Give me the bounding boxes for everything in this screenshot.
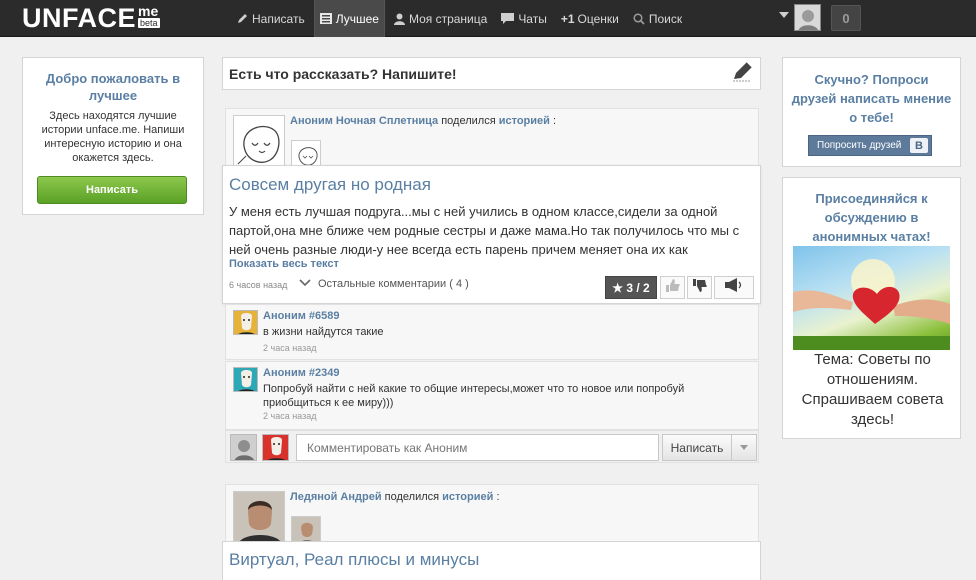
comment-author[interactable]: Аноним #6589 [263,310,340,322]
story-meta: Аноним Ночная Сплетница поделился истори… [290,115,556,127]
anon-avatar[interactable] [262,434,289,461]
nav-search[interactable]: Поиск [628,0,687,37]
logo-beta-badge: beta [138,18,160,28]
story-time: 6 часов назад [229,280,288,290]
vk-icon: В [910,138,928,153]
nav-best[interactable]: Лучшее [313,0,385,37]
story-type-link[interactable]: историей [499,115,550,127]
avatar-small[interactable] [291,140,321,168]
shared-text: поделился [441,115,496,127]
story-title[interactable]: Совсем другая но родная [229,175,431,195]
avatar-small[interactable] [291,516,321,544]
logo-text: UNFACE [22,3,137,33]
story-card: Совсем другая но родная У меня есть лучш… [222,165,761,304]
welcome-title: Добро пожаловать в лучшее [45,71,181,103]
user-icon [393,13,405,25]
list-icon [319,13,332,24]
welcome-panel: Добро пожаловать в лучшее Здесь находятс… [22,57,204,215]
colon: : [552,115,557,127]
user-avatar[interactable] [794,4,821,31]
story-text: У меня есть лучшая подруга...мы с ней уч… [229,204,740,257]
thumbs-down-icon [692,278,707,297]
comment-input[interactable] [296,434,659,461]
nav-write-label: Написать [252,11,305,26]
story-header: Аноним Ночная Сплетница поделился истори… [225,108,759,168]
ask-friends-label: Попросить друзей [817,140,902,151]
dislike-button[interactable] [687,276,712,299]
pencil-icon [237,13,248,24]
nav-chats-label: Чаты [518,11,547,26]
nav-my-page-label: Моя страница [408,11,488,26]
comment-time: 2 часа назад [263,343,317,353]
colon: : [496,491,500,503]
nav-best-label: Лучшее [335,11,379,26]
comment-item: Аноним #6589 в жизни найдутся такие 2 ча… [225,304,759,360]
main-nav: Написать Лучшее Моя страница Чаты +1 Оце… [232,0,691,37]
nav-ratings[interactable]: +1 Оценки [556,0,624,37]
ask-friends-title: Скучно? Попроси друзей написать мнение о… [791,72,952,125]
share-button[interactable] [714,276,754,299]
nav-chats[interactable]: Чаты [496,0,552,37]
welcome-text: Здесь находятся лучшие истории unface.me… [41,110,185,164]
avatar [230,434,257,461]
megaphone-icon [723,278,745,297]
chat-topic-image[interactable] [793,246,950,350]
notifications-counter[interactable]: 0 [831,5,861,31]
pencil-icon [730,61,754,86]
comment-item: Аноним #2349 Попробуй найти с ней какие … [225,361,759,430]
nav-search-label: Поиск [648,11,683,26]
comment-time: 2 часа назад [263,411,317,421]
avatar[interactable] [233,367,258,392]
compose-prompt: Есть что рассказать? Напишите! [229,65,457,82]
more-comments-toggle[interactable]: Остальные комментарии ( 4 ) [299,278,469,290]
shared-text: поделился [384,491,440,503]
comment-form: Написать [225,430,759,463]
write-button[interactable]: Написать [37,176,187,204]
thumbs-up-icon [665,278,680,297]
story-author-link[interactable]: Ледяной Андрей [290,491,382,503]
chevron-down-icon [299,278,311,290]
rating-badge: ★ 3 / 2 [605,276,657,299]
search-icon [633,12,645,25]
comment-text: в жизни найдутся такие [263,326,384,338]
chevron-down-icon[interactable] [732,434,757,461]
compose-box[interactable]: Есть что рассказать? Напишите! [222,57,761,90]
ask-friends-button[interactable]: Попросить друзей В [808,135,932,156]
comment-author[interactable]: Аноним #2349 [263,367,340,379]
story-type-link[interactable]: историей [442,491,493,503]
chat-topic-text: Тема: Советы по отношениям. Спрашиваем с… [801,351,944,428]
chat-icon [501,13,515,24]
plus-one-label: +1 [560,11,575,26]
ask-friends-panel: Скучно? Попроси друзей написать мнение о… [782,57,961,167]
story-meta: Ледяной Андрей поделился историей : [290,491,500,503]
avatar[interactable] [233,491,285,543]
comment-text: Попробуй найти с ней какие то общие инте… [263,383,685,409]
anon-chats-panel: Присоединяйся к обсуждению в анонимных ч… [782,177,961,439]
anon-chats-title[interactable]: Присоединяйся к обсуждению в анонимных ч… [787,189,956,246]
more-comments-label: Остальные комментарии ( 4 ) [318,278,469,290]
story-author-link[interactable]: Аноним Ночная Сплетница [290,115,438,127]
story-header: Ледяной Андрей поделился историей : [225,484,759,544]
nav-ratings-label: Оценки [577,11,619,26]
show-full-text-link[interactable]: Показать весь текст [229,258,339,270]
avatar[interactable] [233,115,285,167]
submit-comment-button[interactable]: Написать [662,434,732,461]
chevron-down-icon[interactable] [779,12,789,18]
top-navbar: UNFACE me beta Написать Лучшее Моя стран… [0,0,976,37]
nav-write[interactable]: Написать [232,0,310,37]
story-title[interactable]: Виртуал, Реал плюсы и минусы [229,550,479,570]
story-card: Виртуал, Реал плюсы и минусы [222,541,761,580]
avatar[interactable] [233,310,258,335]
nav-my-page[interactable]: Моя страница [389,0,492,37]
logo-me: me [138,3,159,19]
like-button[interactable] [660,276,685,299]
